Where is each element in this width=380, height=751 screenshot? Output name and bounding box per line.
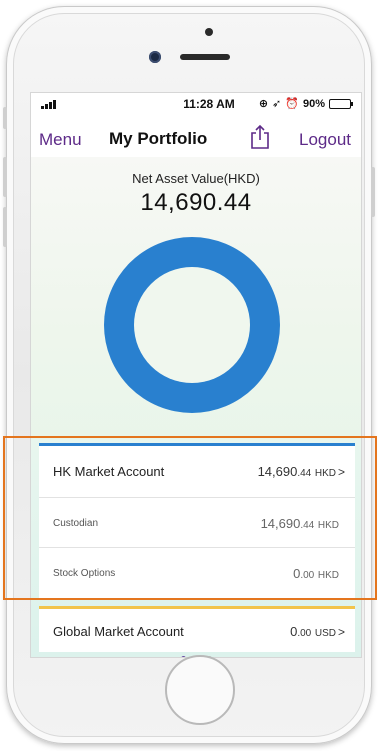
location-icon: ➶: [272, 98, 282, 110]
lock-rotation-icon: ⊕: [258, 98, 269, 110]
silent-switch: [3, 107, 7, 129]
nav-bar: Menu My Portfolio Logout: [31, 121, 361, 157]
portfolio-summary: Net Asset Value(HKD) 14,690.44: [31, 157, 361, 457]
account-value: 14,690.44 HKD >: [257, 464, 345, 479]
front-camera-icon: [149, 51, 161, 63]
hk-market-account-card: HK Market Account 14,690.44 HKD > Custodi…: [39, 443, 355, 599]
account-name: Global Market Account: [53, 624, 184, 639]
net-asset-value: 14,690.44: [140, 189, 252, 216]
chevron-right-icon: >: [337, 625, 345, 639]
battery-icon: [329, 98, 353, 109]
volume-up-button: [3, 157, 7, 197]
page-title: My Portfolio: [109, 129, 208, 148]
status-icons: ⊕ ➶ ⏰ 90%: [258, 97, 353, 110]
hk-market-account-row[interactable]: HK Market Account 14,690.44 HKD >: [39, 446, 355, 498]
donut-hole: [134, 267, 250, 383]
battery-percent: 90%: [302, 97, 325, 110]
logout-button[interactable]: Logout: [299, 130, 351, 150]
power-button: [371, 167, 375, 217]
earpiece-speaker: [180, 54, 230, 60]
volume-down-button: [3, 207, 7, 247]
chevron-right-icon: >: [337, 465, 345, 479]
alarm-icon: ⏰: [285, 98, 299, 110]
proximity-sensor: [205, 28, 213, 36]
sub-account-value: 14,690.44 HKD: [260, 516, 339, 531]
sub-account-value: 0.00 HKD: [293, 566, 339, 581]
stock-options-row: Stock Options 0.00 HKD: [39, 548, 355, 598]
home-button[interactable]: [165, 655, 235, 725]
allocation-donut-chart[interactable]: [104, 237, 280, 413]
app-screen: 11:28 AM ⊕ ➶ ⏰ 90% Menu My Portfolio Log…: [30, 92, 362, 658]
menu-button[interactable]: Menu: [39, 130, 82, 150]
status-bar: 11:28 AM ⊕ ➶ ⏰ 90%: [31, 93, 361, 115]
sub-account-name: Stock Options: [53, 568, 116, 579]
sub-account-name: Custodian: [53, 518, 99, 529]
account-value: 0.00 USD >: [290, 624, 345, 639]
custodian-row: Custodian 14,690.44 HKD: [39, 498, 355, 548]
global-market-account-card[interactable]: Global Market Account 0.00 USD >: [39, 606, 355, 652]
net-asset-value-label: Net Asset Value(HKD): [132, 171, 260, 186]
account-name: HK Market Account: [53, 464, 165, 479]
share-icon[interactable]: [249, 124, 271, 150]
accounts-panel: HK Market Account 14,690.44 HKD > Custodi…: [31, 439, 361, 657]
